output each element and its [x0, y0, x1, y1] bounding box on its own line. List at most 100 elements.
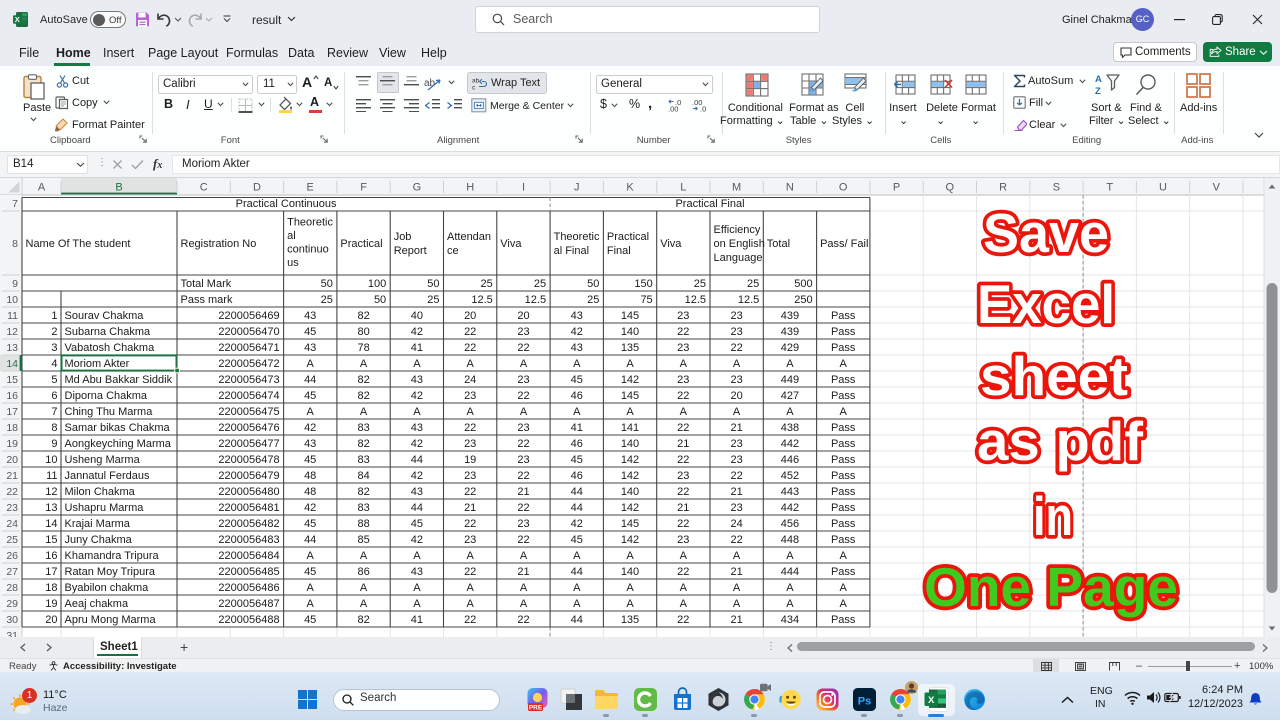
svg-text:O: O — [839, 182, 848, 194]
svg-text:22: 22 — [677, 422, 689, 434]
svg-text:140: 140 — [621, 326, 639, 338]
svg-text:82: 82 — [357, 310, 369, 322]
svg-text:Vabatosh Chakma: Vabatosh Chakma — [65, 342, 156, 354]
svg-text:448: 448 — [781, 534, 799, 546]
svg-text:sheet: sheet — [980, 345, 1128, 407]
svg-text:A: A — [626, 550, 634, 562]
svg-text:23: 23 — [464, 470, 476, 482]
svg-text:7: 7 — [12, 198, 18, 210]
svg-text:23: 23 — [677, 310, 689, 322]
svg-text:442: 442 — [781, 502, 799, 514]
svg-text:2200056488: 2200056488 — [218, 614, 279, 626]
svg-text:8: 8 — [12, 238, 18, 250]
svg-text:21: 21 — [677, 502, 689, 514]
svg-text:23: 23 — [677, 534, 689, 546]
svg-text:45: 45 — [411, 518, 423, 530]
svg-text:A: A — [307, 550, 315, 562]
svg-text:50: 50 — [321, 278, 333, 290]
svg-text:82: 82 — [357, 390, 369, 402]
svg-text:45: 45 — [304, 566, 316, 578]
svg-text:83: 83 — [357, 502, 369, 514]
svg-text:A: A — [38, 182, 46, 194]
svg-text:145: 145 — [621, 310, 639, 322]
svg-text:Diporna Chakma: Diporna Chakma — [65, 390, 148, 402]
svg-text:500: 500 — [794, 278, 812, 290]
svg-text:A: A — [360, 598, 368, 610]
svg-text:18: 18 — [6, 422, 18, 434]
svg-text:27: 27 — [6, 566, 18, 578]
svg-text:41: 41 — [411, 342, 423, 354]
svg-text:A: A — [840, 406, 848, 418]
svg-text:41: 41 — [571, 422, 583, 434]
svg-text:12.5: 12.5 — [685, 294, 706, 306]
svg-text:25: 25 — [481, 278, 493, 290]
svg-text:2200056486: 2200056486 — [218, 582, 279, 594]
svg-text:22: 22 — [517, 534, 529, 546]
svg-text:Efficiency: Efficiency — [714, 224, 761, 236]
svg-text:23: 23 — [517, 454, 529, 466]
svg-text:22: 22 — [677, 614, 689, 626]
svg-text:23: 23 — [730, 374, 742, 386]
svg-text:21: 21 — [730, 422, 742, 434]
svg-text:40: 40 — [411, 310, 423, 322]
svg-text:20: 20 — [730, 390, 742, 402]
svg-text:434: 434 — [781, 614, 799, 626]
svg-text:25: 25 — [427, 294, 439, 306]
svg-text:2200056469: 2200056469 — [218, 310, 279, 322]
svg-text:G: G — [413, 182, 422, 194]
svg-text:16: 16 — [45, 550, 57, 562]
svg-text:A: A — [733, 550, 741, 562]
svg-text:23: 23 — [517, 374, 529, 386]
svg-text:9: 9 — [51, 438, 57, 450]
svg-text:A: A — [626, 406, 634, 418]
svg-text:23: 23 — [730, 438, 742, 450]
svg-text:42: 42 — [304, 502, 316, 514]
svg-text:Subarna Chakma: Subarna Chakma — [65, 326, 151, 338]
svg-text:135: 135 — [621, 614, 639, 626]
svg-text:50: 50 — [587, 278, 599, 290]
svg-text:45: 45 — [304, 326, 316, 338]
svg-text:142: 142 — [621, 454, 639, 466]
svg-text:Practical Continuous: Practical Continuous — [236, 198, 337, 210]
svg-text:22: 22 — [517, 390, 529, 402]
svg-text:2200056470: 2200056470 — [218, 326, 279, 338]
svg-text:140: 140 — [621, 438, 639, 450]
svg-text:V: V — [1213, 182, 1221, 194]
svg-text:A: A — [520, 550, 528, 562]
svg-text:25: 25 — [6, 534, 18, 546]
svg-text:Pass: Pass — [831, 502, 856, 514]
svg-text:19: 19 — [464, 454, 476, 466]
svg-text:22: 22 — [677, 326, 689, 338]
svg-text:Final: Final — [607, 245, 631, 257]
svg-text:A: A — [413, 582, 421, 594]
svg-text:20: 20 — [464, 310, 476, 322]
svg-text:24: 24 — [730, 518, 742, 530]
svg-text:Pass: Pass — [831, 614, 856, 626]
svg-text:21: 21 — [464, 502, 476, 514]
svg-text:449: 449 — [781, 374, 799, 386]
svg-text:23: 23 — [730, 326, 742, 338]
svg-text:A: A — [307, 358, 315, 370]
svg-text:Pass: Pass — [831, 534, 856, 546]
svg-text:48: 48 — [304, 470, 316, 482]
svg-text:250: 250 — [794, 294, 812, 306]
svg-text:44: 44 — [304, 534, 316, 546]
svg-text:444: 444 — [781, 566, 799, 578]
svg-text:23: 23 — [730, 502, 742, 514]
svg-text:Pass: Pass — [831, 486, 856, 498]
svg-text:A: A — [413, 406, 421, 418]
svg-text:ab: ab — [472, 78, 480, 85]
svg-text:42: 42 — [411, 534, 423, 546]
svg-text:A: A — [307, 406, 315, 418]
svg-text:456: 456 — [781, 518, 799, 530]
svg-text:21: 21 — [730, 486, 742, 498]
svg-text:46: 46 — [571, 438, 583, 450]
svg-text:Viva: Viva — [500, 238, 522, 250]
svg-text:23: 23 — [464, 438, 476, 450]
svg-text:46: 46 — [571, 470, 583, 482]
svg-text:A: A — [626, 582, 634, 594]
svg-text:22: 22 — [464, 342, 476, 354]
svg-text:Pass: Pass — [831, 438, 856, 450]
svg-text:83: 83 — [357, 422, 369, 434]
svg-text:Ratan Moy Tripura: Ratan Moy Tripura — [65, 566, 156, 578]
